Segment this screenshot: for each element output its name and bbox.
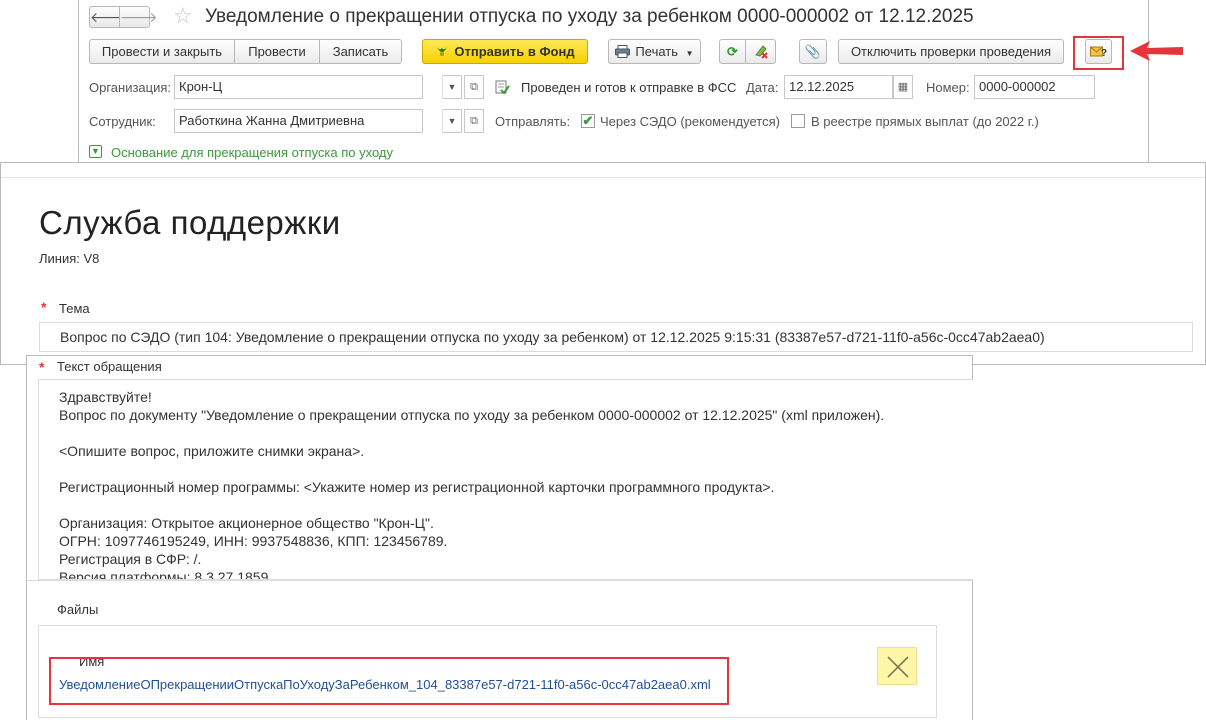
number-field[interactable]: 0000-000002 bbox=[974, 75, 1095, 99]
date-label: Дата: bbox=[746, 80, 779, 95]
send-via-sedo-label: Через СЭДО (рекомендуется) bbox=[600, 114, 780, 129]
post-button[interactable]: Провести bbox=[234, 39, 320, 64]
organization-label: Организация: bbox=[89, 80, 172, 95]
print-label: Печать bbox=[635, 44, 679, 59]
required-marker: * bbox=[39, 359, 45, 375]
document-window: 🡐 🡒 ☆ Уведомление о прекращении отпуска … bbox=[78, 0, 1149, 163]
organization-dropdown-button[interactable]: ▼ bbox=[442, 75, 462, 99]
calendar-button[interactable]: ▦ bbox=[893, 75, 913, 99]
send-via-label: Отправлять: bbox=[495, 114, 571, 129]
support-panel: Служба поддержки Линия: V8 * Тема Вопрос… bbox=[0, 162, 1206, 365]
body-divider bbox=[27, 580, 973, 581]
refresh-icon: ⟳ bbox=[727, 44, 738, 59]
close-icon bbox=[887, 656, 909, 678]
print-button[interactable]: Печать ▼ bbox=[608, 39, 701, 64]
panel-divider bbox=[1, 177, 1205, 178]
eraser-cross-icon bbox=[754, 45, 768, 59]
support-title: Служба поддержки bbox=[39, 204, 341, 241]
organization-field[interactable]: Крон-Ц bbox=[174, 75, 423, 99]
document-status-text: Проведен и готов к отправке в ФСС bbox=[521, 80, 737, 95]
chevron-down-icon: ▼ bbox=[91, 146, 100, 156]
send-to-fund-button[interactable]: Отправить в Фонд bbox=[422, 39, 588, 64]
attach-button[interactable]: 📎 bbox=[799, 39, 827, 64]
refresh-button[interactable]: ⟳ bbox=[719, 39, 746, 64]
subject-label: Тема bbox=[59, 301, 90, 316]
delete-file-button[interactable] bbox=[877, 647, 917, 685]
subject-field[interactable]: Вопрос по СЭДО (тип 104: Уведомление о п… bbox=[39, 322, 1193, 352]
basis-link[interactable]: Основание для прекращения отпуска по ухо… bbox=[111, 145, 393, 161]
expand-basis-toggle[interactable]: ▼ bbox=[89, 145, 102, 158]
favorite-star-icon[interactable]: ☆ bbox=[173, 4, 193, 28]
support-panel-body: * Текст обращения Здравствуйте! Вопрос п… bbox=[26, 355, 973, 720]
employee-field[interactable]: Работкина Жанна Дмитриевна bbox=[174, 109, 423, 133]
open-window-icon: ⧉ bbox=[470, 115, 478, 127]
chevron-down-icon: ▼ bbox=[447, 116, 457, 126]
body-label: Текст обращения bbox=[57, 359, 162, 374]
paperclip-icon: 📎 bbox=[804, 44, 822, 59]
organization-open-button[interactable]: ⧉ bbox=[464, 75, 484, 99]
send-registry-label: В реестре прямых выплат (до 2022 г.) bbox=[811, 114, 1039, 129]
disable-checks-button[interactable]: Отключить проверки проведения bbox=[838, 39, 1064, 64]
chevron-down-icon: ▼ bbox=[447, 82, 457, 92]
body-text: Здравствуйте! Вопрос по документу "Уведо… bbox=[59, 389, 885, 580]
send-to-fund-label: Отправить в Фонд bbox=[454, 44, 575, 59]
date-field[interactable]: 12.12.2025 bbox=[784, 75, 893, 99]
file-highlight bbox=[49, 657, 729, 705]
chevron-down-icon: ▼ bbox=[685, 49, 694, 58]
required-marker: * bbox=[41, 299, 47, 315]
send-via-sedo-checkbox[interactable]: ✔ bbox=[581, 114, 595, 128]
forward-button[interactable]: 🡒 bbox=[119, 6, 158, 28]
employee-label: Сотрудник: bbox=[89, 114, 156, 129]
files-label: Файлы bbox=[57, 602, 99, 617]
document-status-icon bbox=[495, 80, 510, 100]
support-button-highlight bbox=[1073, 36, 1124, 70]
clear-posting-button[interactable] bbox=[745, 39, 776, 64]
document-title: Уведомление о прекращении отпуска по ухо… bbox=[205, 6, 974, 27]
support-line: Линия: V8 bbox=[39, 251, 100, 266]
open-window-icon: ⧉ bbox=[470, 81, 478, 93]
post-and-close-button[interactable]: Провести и закрыть bbox=[89, 39, 235, 64]
printer-icon bbox=[615, 45, 631, 58]
back-button[interactable]: 🡐 bbox=[89, 6, 128, 28]
arrow-right-icon: 🡒 bbox=[120, 9, 158, 25]
body-textarea[interactable]: Здравствуйте! Вопрос по документу "Уведо… bbox=[38, 379, 973, 580]
save-button[interactable]: Записать bbox=[319, 39, 402, 64]
employee-dropdown-button[interactable]: ▼ bbox=[442, 109, 462, 133]
checkmark-icon: ✔ bbox=[582, 113, 594, 128]
employee-open-button[interactable]: ⧉ bbox=[464, 109, 484, 133]
red-arrow-annotation bbox=[1130, 41, 1183, 61]
fund-logo-icon bbox=[437, 47, 448, 56]
number-label: Номер: bbox=[926, 80, 970, 95]
calendar-icon: ▦ bbox=[897, 81, 909, 93]
send-registry-checkbox[interactable] bbox=[791, 114, 805, 128]
